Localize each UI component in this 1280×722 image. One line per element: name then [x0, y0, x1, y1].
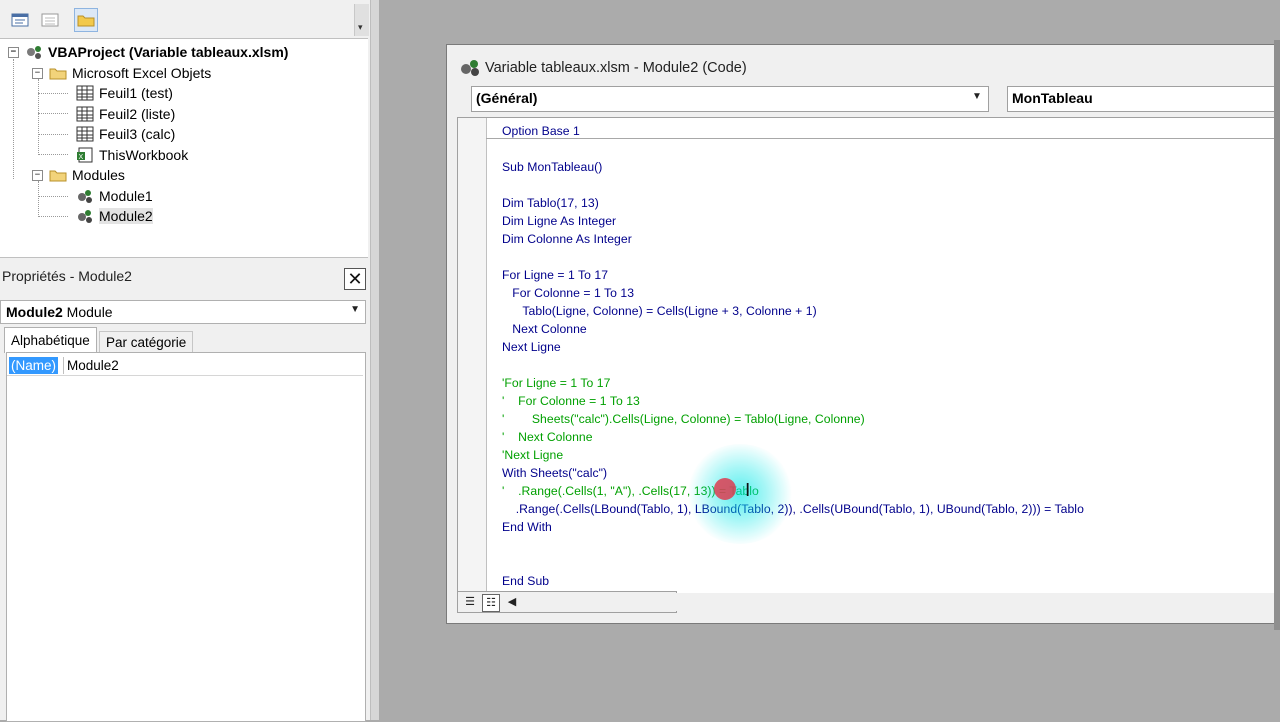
- module-icon: [76, 208, 94, 224]
- chevron-down-icon[interactable]: ▼: [350, 304, 360, 315]
- code-line: Option Base 1: [502, 124, 580, 138]
- view-code-icon[interactable]: [8, 8, 32, 32]
- project-explorer: − VBAProject (Variable tableaux.xlsm) − …: [0, 38, 368, 258]
- object-combo[interactable]: (Général) ▼: [471, 86, 989, 112]
- tree-sheet-feuil1[interactable]: Feuil1 (test): [76, 83, 173, 103]
- tree-sheet-feuil2[interactable]: Feuil2 (liste): [76, 104, 175, 124]
- code-line: Dim Ligne As Integer: [502, 214, 617, 228]
- code-comment-line: ' Sheets("calc").Cells(Ligne, Colonne) =…: [502, 412, 865, 426]
- tree-thisworkbook[interactable]: X ThisWorkbook: [76, 145, 188, 165]
- tab-par-categorie[interactable]: Par catégorie: [99, 331, 194, 352]
- collapse-icon[interactable]: −: [32, 169, 43, 181]
- code-line: For Colonne = 1 To 13: [502, 286, 635, 300]
- code-window-titlebar: Variable tableaux.xlsm - Module2 (Code): [447, 45, 1280, 89]
- code-window-title: Variable tableaux.xlsm - Module2 (Code): [485, 60, 747, 76]
- full-module-view-icon[interactable]: ☷: [482, 594, 500, 612]
- procedure-view-icon[interactable]: ☰: [462, 594, 478, 610]
- code-line: Tablo(Ligne, Colonne) = Cells(Ligne + 3,…: [502, 304, 817, 318]
- panel-splitter[interactable]: [370, 0, 379, 720]
- tree-sheet-feuil3[interactable]: Feuil3 (calc): [76, 124, 175, 144]
- object-type: Module: [66, 304, 113, 320]
- properties-header: Propriétés - Module2: [0, 266, 368, 290]
- project-toolbar: ▾: [0, 0, 370, 38]
- code-line: Dim Tablo(17, 13): [502, 196, 599, 210]
- view-object-icon[interactable]: [38, 8, 62, 32]
- object-combo-value: (Général): [476, 90, 538, 106]
- code-comment-line: ' Next Colonne: [502, 430, 593, 444]
- chevron-down-icon[interactable]: ▼: [970, 91, 984, 105]
- procedure-combo[interactable]: MonTableau: [1007, 86, 1280, 112]
- collapse-icon[interactable]: −: [8, 46, 19, 58]
- properties-grid: (Name) Module2: [6, 352, 366, 722]
- click-indicator: [714, 478, 736, 500]
- code-line: Next Colonne: [502, 322, 587, 336]
- property-name: (Name): [9, 357, 59, 374]
- workbook-icon: X: [76, 147, 94, 163]
- properties-object-select[interactable]: Module2 Module ▼: [0, 300, 366, 324]
- code-comment-line: 'For Ligne = 1 To 17: [502, 376, 611, 390]
- procedure-combo-value: MonTableau: [1012, 90, 1093, 106]
- module-icon: [459, 59, 481, 82]
- code-window: Variable tableaux.xlsm - Module2 (Code) …: [446, 44, 1280, 624]
- window-edge: [1274, 40, 1280, 630]
- tree-modules-folder[interactable]: − Modules: [32, 165, 125, 185]
- horizontal-scrollbar[interactable]: [675, 593, 1280, 611]
- folder-icon: [49, 168, 67, 182]
- code-line: .Range(.Cells(LBound(Tablo, 1), LBound(T…: [502, 502, 1084, 516]
- code-line: Dim Colonne As Integer: [502, 232, 632, 246]
- vba-project-icon: [25, 44, 43, 60]
- worksheet-icon: [76, 106, 94, 122]
- code-line: End Sub: [502, 574, 550, 588]
- code-margin[interactable]: [458, 118, 487, 594]
- view-toggle-bar: ☰ ☷ ◀: [457, 591, 677, 613]
- collapse-icon[interactable]: −: [32, 67, 43, 79]
- toggle-folders-icon[interactable]: [74, 8, 98, 32]
- tree-module1[interactable]: Module1: [76, 186, 153, 206]
- code-line: Next Ligne: [502, 340, 561, 354]
- tree-excel-objects-folder[interactable]: − Microsoft Excel Objets: [32, 63, 211, 83]
- code-line: End With: [502, 520, 552, 534]
- close-icon[interactable]: ✕: [344, 268, 366, 290]
- tree-module2[interactable]: Module2: [76, 206, 153, 226]
- tree-project-root[interactable]: − VBAProject (Variable tableaux.xlsm): [8, 42, 288, 62]
- code-comment-line: ' For Colonne = 1 To 13: [502, 394, 640, 408]
- object-name: Module2: [6, 304, 63, 320]
- folder-icon: [49, 66, 67, 80]
- tab-alphabetique[interactable]: Alphabétique: [4, 327, 97, 353]
- procedure-separator: [486, 138, 1280, 139]
- scroll-left-icon[interactable]: ◀: [504, 594, 520, 610]
- properties-title: Propriétés - Module2: [2, 268, 132, 284]
- property-row[interactable]: (Name) Module2: [7, 357, 363, 376]
- code-line: For Ligne = 1 To 17: [502, 268, 609, 282]
- module-icon: [76, 188, 94, 204]
- toolbar-scroll[interactable]: ▾: [354, 4, 369, 36]
- worksheet-icon: [76, 85, 94, 101]
- code-editor[interactable]: Option Base 1 Sub MonTableau() Dim Tablo…: [457, 117, 1280, 594]
- left-panel: ▾ − VBAProject (Variable tableaux.xlsm) …: [0, 0, 378, 722]
- property-value[interactable]: Module2: [63, 357, 119, 374]
- code-line: With Sheets("calc"): [502, 466, 608, 480]
- code-comment-line: 'Next Ligne: [502, 448, 564, 462]
- svg-text:X: X: [79, 154, 84, 161]
- code-line: Sub MonTableau(): [502, 160, 603, 174]
- text-cursor-icon: I: [745, 480, 751, 501]
- worksheet-icon: [76, 126, 94, 142]
